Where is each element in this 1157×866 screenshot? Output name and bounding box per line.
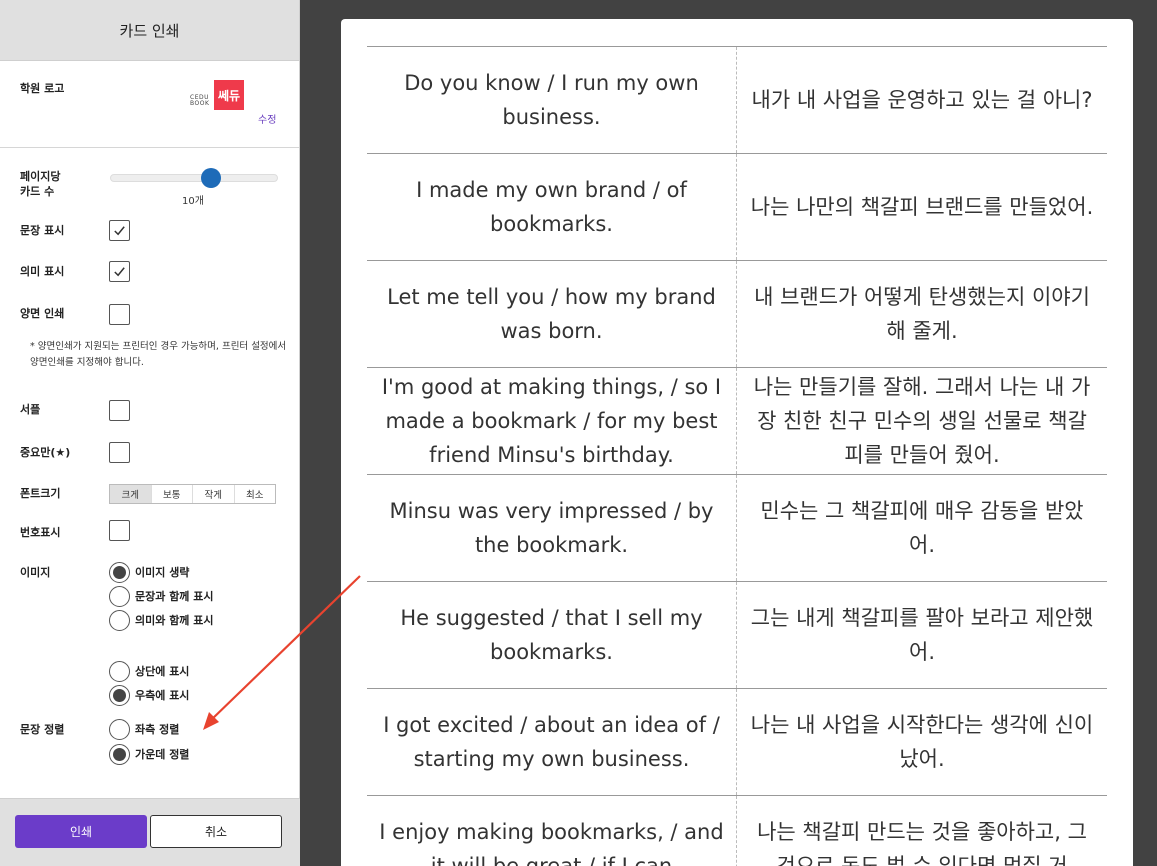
check-icon [114,267,125,277]
card-korean: 내 브랜드가 어떻게 탄생했는지 이야기 해 줄게. [754,285,1090,343]
card-english: I made my own brand / of bookmarks. [367,154,737,260]
card-english: I got excited / about an idea of / start… [367,689,737,795]
numbering-label: 번호표시 [20,526,61,539]
card-korean: 나는 책갈피 만드는 것을 좋아하고, 그것으로 돈도 벌 수 있다면 멋질 거 [757,820,1087,866]
numbering-checkbox[interactable] [109,520,130,541]
card-english: I'm good at making things, / so I made a… [367,368,737,474]
card-row: I enjoy making bookmarks, / and it will … [367,795,1107,866]
meaning-checkbox[interactable] [109,261,130,282]
card-korean: 그는 내게 책갈피를 팔아 보라고 제안했어. [750,606,1094,664]
card-english: Minsu was very impressed / by the bookma… [367,475,737,581]
print-preview-page: Do you know / I run my own business. 내가 내… [341,19,1133,866]
align-center-radio[interactable]: 가운데 정렬 [109,743,189,765]
logo-cedu-text: CEDU BOOK [190,94,210,107]
card-row: I'm good at making things, / so I made a… [367,367,1107,474]
align-left-radio[interactable]: 좌측 정렬 [109,718,179,740]
logo-section: 학원 로고 CEDU BOOK 쎄듀 [0,61,299,148]
logo-edit-link[interactable]: 수정 [258,111,276,126]
font-size-normal[interactable]: 보통 [150,485,193,503]
card-korean: 내가 내 사업을 운영하고 있는 걸 아니? [751,88,1093,112]
cards-per-page-slider[interactable] [110,174,278,182]
radio-empty-icon [109,585,130,607]
card-row: Do you know / I run my own business. 내가 내… [367,46,1107,153]
font-size-label: 폰트크기 [20,487,61,500]
card-korean: 나는 내 사업을 시작한다는 생각에 신이 났어. [750,713,1094,771]
academy-logo: CEDU BOOK 쎄듀 [190,80,248,110]
card-english: He suggested / that I sell my bookmarks. [367,582,737,688]
image-label: 이미지 [20,566,51,579]
cards-per-page-value: 10개 [182,196,204,207]
font-size-smallest[interactable]: 최소 [233,485,276,503]
annotation-arrow-icon [203,575,361,730]
card-korean: 민수는 그 책갈피에 매우 감동을 받았어. [760,499,1084,557]
sentence-checkbox[interactable] [109,220,130,241]
panel-footer: 인쇄 취소 [0,798,300,866]
card-english: Let me tell you / how my brand was born. [367,261,737,367]
font-size-selector: 크게 보통 작게 최소 [109,484,276,504]
important-only-checkbox[interactable] [109,442,130,463]
duplex-checkbox[interactable] [109,304,130,325]
meaning-label: 의미 표시 [20,265,65,278]
radio-selected-icon [109,743,130,765]
card-korean: 나는 나만의 책갈피 브랜드를 만들었어. [750,195,1094,219]
cancel-button[interactable]: 취소 [150,815,282,848]
logo-label: 학원 로고 [20,82,65,95]
card-row: I got excited / about an idea of / start… [367,688,1107,795]
sentence-label: 문장 표시 [20,224,65,237]
image-top-radio[interactable]: 상단에 표시 [109,660,189,682]
slider-handle[interactable] [200,168,221,188]
card-table: Do you know / I run my own business. 내가 내… [367,46,1107,866]
check-icon [114,226,125,236]
panel-title: 카드 인쇄 [0,0,299,61]
align-label: 문장 정렬 [20,723,65,736]
card-row: Minsu was very impressed / by the bookma… [367,474,1107,581]
cards-per-page-label: 페이지당 카드 수 [20,170,61,198]
card-row: I made my own brand / of bookmarks. 나는 나만… [367,153,1107,260]
duplex-label: 양면 인쇄 [20,307,65,320]
card-row: Let me tell you / how my brand was born.… [367,260,1107,367]
radio-selected-icon [109,684,130,706]
card-english: Do you know / I run my own business. [367,47,737,153]
card-english: I enjoy making bookmarks, / and it will … [367,796,737,866]
image-omit-radio[interactable]: 이미지 생략 [109,561,189,583]
sample-checkbox[interactable] [109,400,130,421]
card-korean: 나는 만들기를 잘해. 그래서 나는 내 가장 친한 친구 민수의 생일 선물로… [753,375,1091,467]
card-row: He suggested / that I sell my bookmarks.… [367,581,1107,688]
radio-empty-icon [109,718,130,740]
radio-empty-icon [109,660,130,682]
important-only-label: 중요만(★) [20,446,71,459]
logo-mark: 쎄듀 [214,80,244,110]
print-button[interactable]: 인쇄 [15,815,147,848]
duplex-note: * 양면인쇄가 지원되는 프린터인 경우 가능하며, 프린터 설정에서 양면인쇄… [30,341,287,368]
font-size-small[interactable]: 작게 [192,485,234,503]
image-right-radio[interactable]: 우측에 표시 [109,684,189,706]
radio-selected-icon [109,561,130,583]
font-size-large[interactable]: 크게 [110,485,151,503]
radio-empty-icon [109,609,130,631]
sample-label: 서플 [20,403,41,416]
